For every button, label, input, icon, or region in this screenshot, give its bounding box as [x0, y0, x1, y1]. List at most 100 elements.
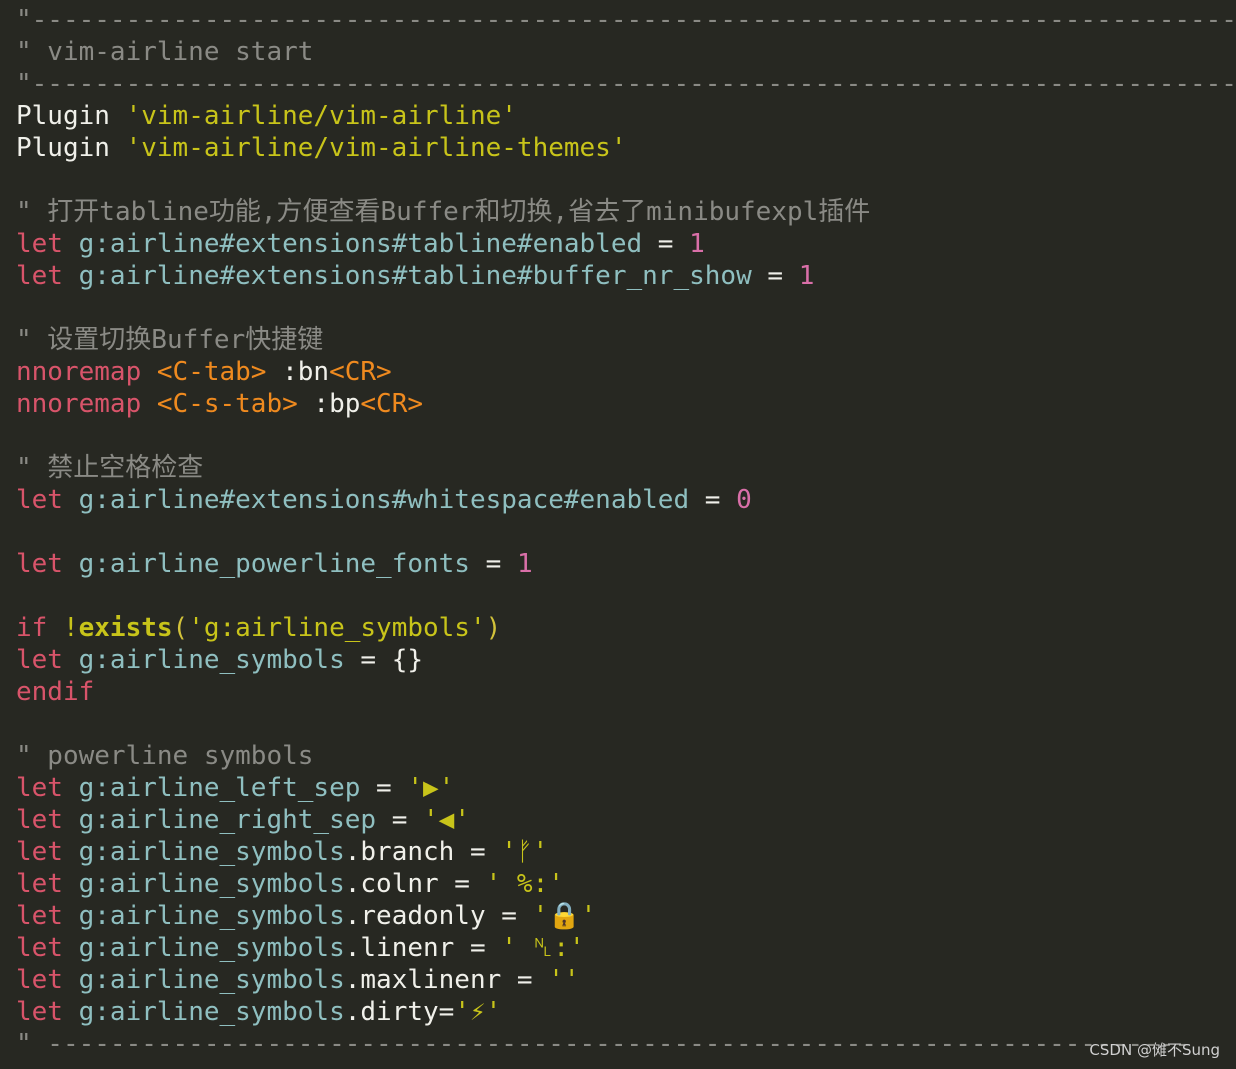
code-token: nnoremap	[16, 357, 157, 387]
code-line[interactable]: "---------------------------------------…	[16, 4, 1236, 36]
code-token: let	[16, 933, 79, 963]
code-editor[interactable]: "---------------------------------------…	[0, 0, 1236, 1069]
code-line[interactable]	[16, 580, 1236, 612]
code-token: if	[16, 613, 63, 643]
code-token: <CR>	[329, 357, 392, 387]
code-token: nnoremap	[16, 389, 157, 419]
code-line[interactable]: if !exists('g:airline_symbols')	[16, 612, 1236, 644]
code-token: '⚡'	[454, 997, 502, 1027]
code-token: g:airline#extensions#whitespace#enabled	[78, 485, 690, 515]
code-token: g:airline#extensions#tabline#buffer_nr_s…	[78, 261, 752, 291]
code-token: <CR>	[360, 389, 424, 419]
code-line[interactable]: let g:airline_symbols.dirty='⚡'	[16, 996, 1236, 1028]
code-token: g:airline_symbols	[78, 901, 345, 931]
code-token: .linenr =	[344, 933, 502, 963]
code-line[interactable]: let g:airline_symbols.maxlinenr = ''	[16, 964, 1236, 996]
code-line[interactable]: " 打开tabline功能,方便查看Buffer和切换,省去了minibufex…	[16, 196, 1236, 228]
code-token: .maxlinenr =	[344, 965, 549, 995]
code-line[interactable]: "---------------------------------------…	[16, 68, 1236, 100]
code-token: let	[16, 965, 79, 995]
code-token: " powerline symbols	[16, 741, 314, 771]
code-line[interactable]: nnoremap <C-s-tab> :bp<CR>	[16, 388, 1236, 420]
code-line[interactable]: Plugin 'vim-airline/vim-airline-themes'	[16, 132, 1236, 164]
code-token: endif	[16, 677, 95, 707]
code-token: 'g:airline_symbols'	[188, 613, 486, 643]
code-line[interactable]	[16, 516, 1236, 548]
code-token: .branch =	[344, 837, 502, 867]
code-line[interactable]	[16, 292, 1236, 324]
code-token: g:airline_symbols	[78, 933, 345, 963]
code-token: .dirty=	[344, 997, 455, 1027]
code-token: <C-tab>	[156, 357, 267, 387]
code-line[interactable]: let g:airline_symbols.readonly = '🔒'	[16, 900, 1236, 932]
code-line[interactable]	[16, 708, 1236, 740]
code-token: " --------------------------------------…	[16, 1029, 1190, 1059]
code-token: !	[62, 613, 79, 643]
code-token: let	[16, 549, 79, 579]
code-token: =	[360, 773, 408, 803]
code-line[interactable]: Plugin 'vim-airline/vim-airline'	[16, 100, 1236, 132]
code-token: let	[16, 773, 79, 803]
code-token: =	[469, 549, 517, 579]
code-token: g:airline_right_sep	[78, 805, 377, 835]
code-line[interactable]: " powerline symbols	[16, 740, 1236, 772]
code-token: " vim-airline start	[16, 37, 314, 67]
code-token: let	[16, 229, 79, 259]
code-token: .colnr =	[344, 869, 486, 899]
code-line[interactable]: let g:airline_left_sep = '▶'	[16, 772, 1236, 804]
code-line[interactable]: " vim-airline start	[16, 36, 1236, 68]
code-line[interactable]: let g:airline#extensions#whitespace#enab…	[16, 484, 1236, 516]
code-line[interactable]: let g:airline_symbols = {}	[16, 644, 1236, 676]
code-token: Plugin	[16, 101, 126, 131]
code-token: 'vim-airline/vim-airline-themes'	[125, 133, 627, 163]
code-token: let	[16, 869, 79, 899]
code-token: g:airline_symbols	[78, 645, 345, 675]
code-token: 0	[736, 485, 752, 515]
code-token: )	[485, 613, 502, 643]
code-line[interactable]: let g:airline_symbols.branch = 'ᚠ'	[16, 836, 1236, 868]
code-line[interactable]: " 设置切换Buffer快捷键	[16, 324, 1236, 356]
code-token: '▶'	[407, 773, 455, 803]
code-line[interactable]: let g:airline_symbols.linenr = ' ␤:'	[16, 932, 1236, 964]
code-token: "---------------------------------------…	[16, 69, 1236, 99]
code-token: 'vim-airline/vim-airline'	[125, 101, 517, 131]
code-token: g:airline_symbols	[78, 837, 345, 867]
code-token: 1	[516, 549, 533, 579]
code-token: .readonly =	[344, 901, 533, 931]
code-token: let	[16, 805, 79, 835]
code-line[interactable]: let g:airline#extensions#tabline#buffer_…	[16, 260, 1236, 292]
code-token: g:airline_powerline_fonts	[78, 549, 470, 579]
code-line[interactable]: endif	[16, 676, 1236, 708]
code-line[interactable]: nnoremap <C-tab> :bn<CR>	[16, 356, 1236, 388]
code-line[interactable]	[16, 164, 1236, 196]
code-line[interactable]: " --------------------------------------…	[16, 1028, 1236, 1060]
code-token: let	[16, 837, 79, 867]
code-token: ' ␤:'	[501, 933, 585, 963]
code-token: g:airline_left_sep	[78, 773, 361, 803]
code-token: (	[172, 613, 189, 643]
code-token: 1	[798, 261, 815, 291]
code-token: let	[16, 997, 79, 1027]
code-token: =	[642, 229, 690, 259]
code-line[interactable]: let g:airline_right_sep = '◀'	[16, 804, 1236, 836]
code-token: " 设置切换Buffer快捷键	[16, 325, 324, 355]
code-token: let	[16, 645, 79, 675]
code-line[interactable]: let g:airline#extensions#tabline#enabled…	[16, 228, 1236, 260]
code-token: let	[16, 485, 79, 515]
code-token: 1	[689, 229, 705, 259]
code-token: "---------------------------------------…	[16, 5, 1236, 35]
code-token: g:airline_symbols	[78, 965, 345, 995]
code-line[interactable]: let g:airline_symbols.colnr = ' %:'	[16, 868, 1236, 900]
code-token: g:airline#extensions#tabline#enabled	[78, 229, 643, 259]
code-line[interactable]: " 禁止空格检查	[16, 452, 1236, 484]
code-token: g:airline_symbols	[78, 869, 345, 899]
code-token: '🔒'	[532, 901, 597, 931]
code-token: Plugin	[16, 133, 126, 163]
code-line[interactable]	[16, 420, 1236, 452]
code-line[interactable]: let g:airline_powerline_fonts = 1	[16, 548, 1236, 580]
code-token: " 禁止空格检查	[16, 453, 204, 483]
code-token: =	[376, 805, 424, 835]
code-token: " 打开tabline功能,方便查看Buffer和切换,省去了minibufex…	[16, 197, 871, 227]
code-token: =	[689, 485, 737, 515]
csdn-watermark: CSDN @傩不Sung	[1089, 1041, 1220, 1059]
